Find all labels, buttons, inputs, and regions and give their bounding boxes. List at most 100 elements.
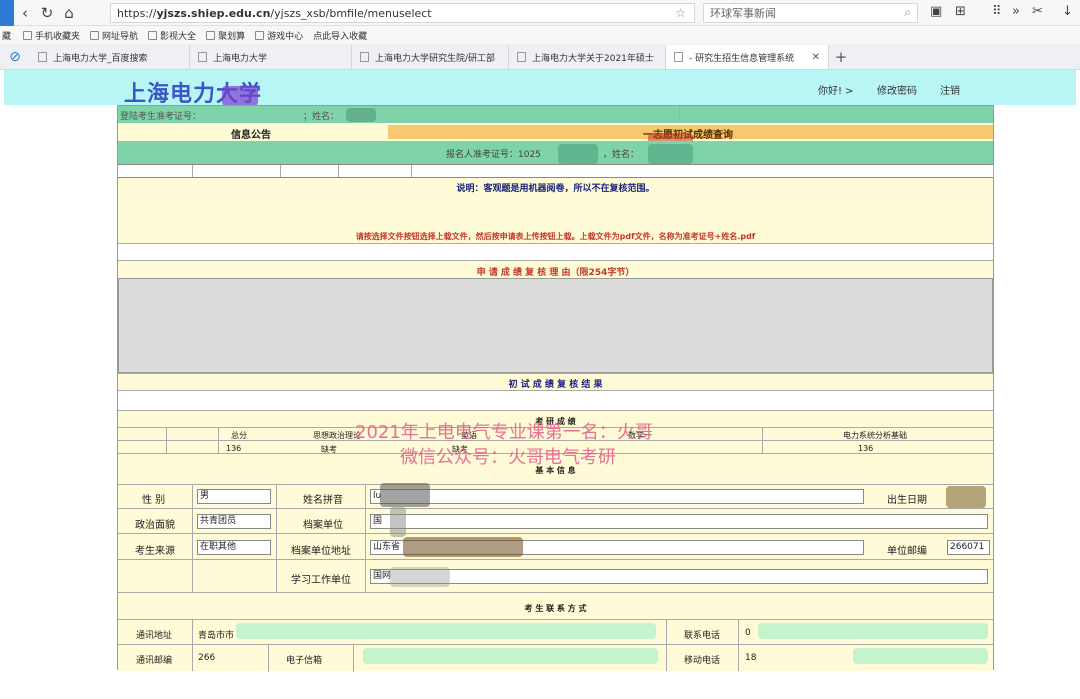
- page-icon: [360, 52, 369, 62]
- login-name-label: ；姓名：: [303, 112, 340, 122]
- birth-date-label: 出生日期: [887, 495, 927, 506]
- bookmark-icon: [206, 30, 216, 40]
- search-icon[interactable]: ⌕: [904, 5, 911, 20]
- address-value: 青岛市市: [198, 631, 235, 641]
- scissors-icon[interactable]: ✂: [1032, 4, 1043, 19]
- url-path: /yjszs_xsb/bmfile/menuselect: [270, 6, 432, 20]
- redaction-blur: [946, 486, 986, 508]
- phone-label: 联系电话: [684, 631, 721, 641]
- left-edge-text: 藏: [2, 31, 12, 42]
- tab-baidu[interactable]: 上海电力大学_百度搜索: [30, 45, 190, 69]
- basic-info-grid: 性 别 男 姓名拼音 lu 出生日期 政治面貌 共青团员 档案单位 国 考生来源…: [118, 483, 993, 592]
- page-icon: [198, 52, 207, 62]
- main-form-frame: 登陆考生准考证号： ；姓名： 信息公告 一志愿初试成绩查询 报名人准考证号：10…: [117, 105, 994, 672]
- download-icon[interactable]: ↓: [1062, 4, 1073, 19]
- archive-unit-label: 档案单位: [303, 520, 343, 531]
- mobile-label: 移动电话: [684, 656, 721, 666]
- apps-icon[interactable]: ⠿: [992, 4, 1002, 19]
- close-icon[interactable]: ✕: [812, 52, 820, 63]
- empty-cells-row: [118, 164, 994, 178]
- greeting-link[interactable]: 你好! >: [818, 82, 854, 97]
- unit-postcode-field[interactable]: 266071: [947, 540, 990, 555]
- score-power-system: 136: [858, 444, 874, 453]
- back-icon[interactable]: ‹: [14, 2, 36, 24]
- upload-instructions: 请按选择文件按钮选择上载文件，然后按申请表上传按钮上载。上载文件为pdf文件，名…: [355, 232, 756, 241]
- email-label: 电子信箱: [286, 656, 323, 666]
- redaction-blur: [758, 623, 988, 639]
- applicant-label: 报名人准考证号：1025: [446, 150, 541, 160]
- result-title-row: 初 试 成 绩 复 核 结 果: [118, 373, 993, 390]
- bookmark-juhuasuan[interactable]: 聚划算: [206, 29, 245, 42]
- redaction-blur: [236, 623, 656, 639]
- tab-2021-notice[interactable]: 上海电力大学关于2021年硕士: [509, 45, 666, 69]
- bookmark-video[interactable]: 影视大全: [148, 29, 196, 42]
- applicant-row: 报名人准考证号：1025 ，姓名：: [118, 141, 993, 164]
- reason-title: 申 请 成 绩 复 核 理 由（限254字节）: [476, 268, 635, 278]
- bookmark-nav[interactable]: 网址导航: [90, 29, 138, 42]
- pinyin-label: 姓名拼音: [303, 495, 343, 506]
- url-prefix: https://: [117, 6, 157, 20]
- redaction-blur: [648, 144, 693, 164]
- work-unit-field[interactable]: 国网: [370, 569, 988, 584]
- extension-icon[interactable]: ▣: [930, 4, 942, 19]
- bookmark-icon: [255, 30, 265, 40]
- login-label: 登陆考生准考证号：: [120, 112, 202, 122]
- contact-grid: 通讯地址 青岛市市 联系电话 0 通讯邮编 266 电子信箱 移动电话 18: [118, 619, 993, 672]
- refresh-icon[interactable]: ↻: [36, 2, 58, 24]
- bookmark-icon: [23, 30, 33, 40]
- star-icon[interactable]: ☆: [675, 6, 686, 20]
- change-password-link[interactable]: 修改密码: [877, 82, 917, 97]
- politics-field[interactable]: 共青团员: [197, 514, 271, 529]
- redaction-blur: [390, 507, 406, 537]
- logout-link[interactable]: 注销: [940, 82, 960, 97]
- reason-title-row: 申 请 成 绩 复 核 理 由（限254字节）: [118, 260, 993, 278]
- new-tab-icon[interactable]: +: [829, 45, 853, 69]
- translate-icon[interactable]: ⊞: [955, 4, 966, 19]
- redaction-blur: [558, 144, 598, 164]
- bookmarks-bar: 藏 手机收藏夹 网址导航 影视大全 聚划算 游戏中心 点此导入收藏: [0, 26, 1080, 44]
- left-edge-marker: [0, 0, 14, 26]
- page-icon: [38, 52, 47, 62]
- page-icon: [517, 52, 526, 62]
- site-header: 上海电力大学 你好! > 修改密码 注销: [4, 70, 1076, 107]
- bookmark-icon: [90, 30, 100, 40]
- archive-address-label: 档案单位地址: [291, 546, 351, 557]
- phone-value: 0: [745, 628, 751, 638]
- source-field[interactable]: 在职其他: [197, 540, 271, 555]
- redaction-blur: [222, 86, 258, 106]
- bookmark-games[interactable]: 游戏中心: [255, 29, 303, 42]
- explanation-block: 说明：客观题是用机器阅卷，所以不在复核范围。 请按选择文件按钮选择上载文件，然后…: [118, 178, 993, 243]
- tab-shiep[interactable]: 上海电力大学: [190, 45, 352, 69]
- more-chevron-icon[interactable]: »: [1012, 4, 1020, 19]
- tab-graduate-school[interactable]: 上海电力大学研究生院/研工部: [352, 45, 509, 69]
- search-input[interactable]: 环球军事新闻 ⌕: [703, 3, 918, 23]
- url-host: yjszs.shiep.edu.cn: [156, 6, 271, 20]
- gender-field[interactable]: 男: [197, 489, 271, 504]
- applicant-name-label: ，姓名：: [603, 150, 640, 160]
- score-total: 136: [226, 444, 242, 453]
- notice-title: 信息公告: [231, 130, 271, 141]
- pinyin-field[interactable]: lu: [370, 489, 864, 504]
- redaction-blur: [390, 567, 450, 587]
- bookmark-import[interactable]: 点此导入收藏: [313, 29, 367, 42]
- gender-label: 性 别: [142, 495, 166, 506]
- watermark-line-1: 2021年上电电气专业课第一名：火哥: [355, 422, 653, 443]
- source-label: 考生来源: [135, 546, 175, 557]
- result-title: 初 试 成 绩 复 核 结 果: [508, 380, 603, 390]
- reason-textarea[interactable]: [118, 278, 993, 373]
- search-placeholder: 环球军事新闻: [710, 7, 776, 20]
- compass-icon[interactable]: ⊘: [0, 45, 30, 69]
- archive-unit-field[interactable]: 国: [370, 514, 988, 529]
- redaction-blur: [363, 648, 658, 664]
- redaction-blur: [380, 483, 430, 507]
- page-icon: [674, 52, 683, 62]
- redaction-blur: [403, 537, 523, 557]
- home-icon[interactable]: ⌂: [58, 2, 80, 24]
- address-input[interactable]: https://yjszs.shiep.edu.cn/yjszs_xsb/bmf…: [110, 3, 695, 23]
- bookmark-mobile[interactable]: 手机收藏夹: [23, 29, 80, 42]
- work-unit-label: 学习工作单位: [291, 575, 351, 586]
- tab-admission-system[interactable]: - 研究生招生信息管理系统 ✕: [666, 45, 829, 69]
- unit-postcode-label: 单位邮编: [887, 546, 927, 557]
- watermark-line-2: 微信公众号：火哥电气考研: [400, 447, 616, 468]
- redaction-blur: [853, 648, 988, 664]
